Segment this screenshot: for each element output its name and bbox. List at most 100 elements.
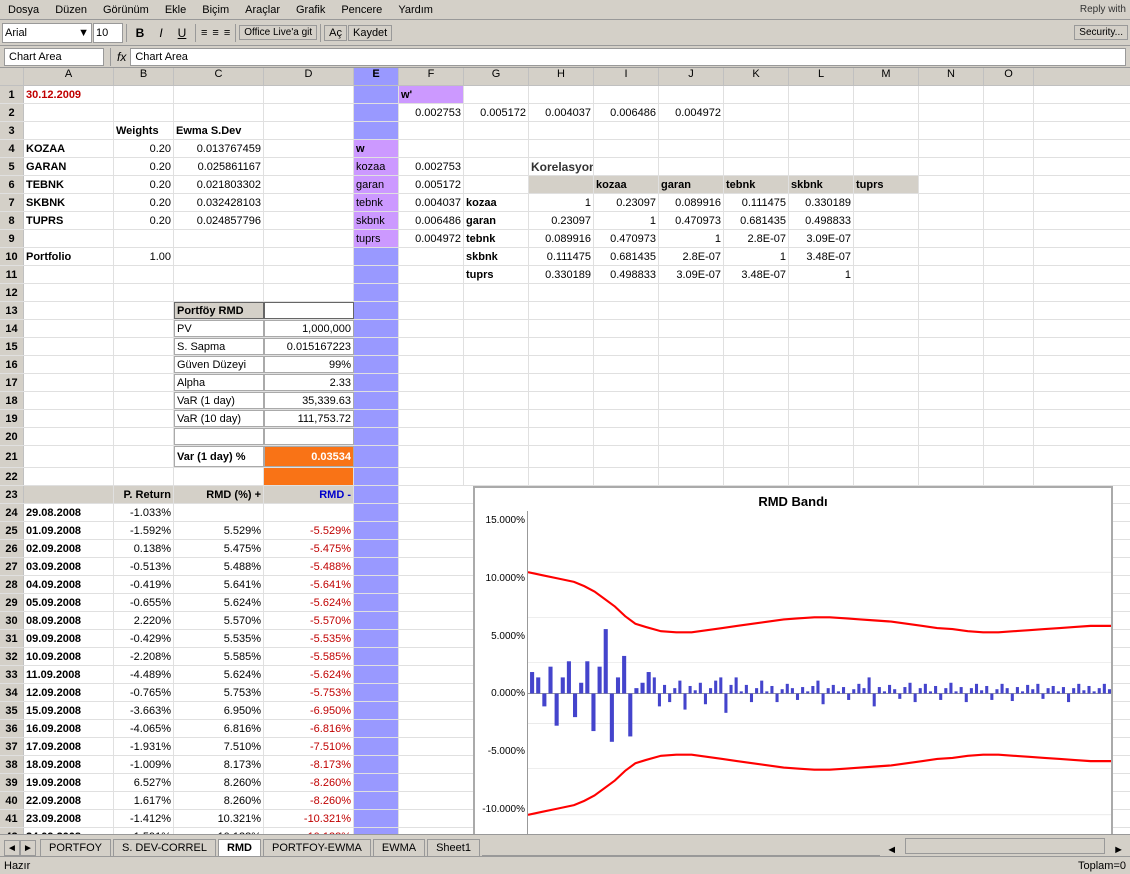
cell-F7[interactable]: 0.004037: [399, 194, 464, 211]
cell-F2[interactable]: 0.002753: [399, 104, 464, 121]
cell-N10[interactable]: [919, 248, 984, 265]
font-name-dropdown[interactable]: Arial ▼: [2, 23, 92, 43]
cell-B8[interactable]: 0.20: [114, 212, 174, 229]
cell-G4[interactable]: [464, 140, 529, 157]
cell-I2[interactable]: 0.006486: [594, 104, 659, 121]
cell-D10[interactable]: [264, 248, 354, 265]
cell-I7[interactable]: 0.23097: [594, 194, 659, 211]
cell-K11[interactable]: 3.48E-07: [724, 266, 789, 283]
cell-L7[interactable]: 0.330189: [789, 194, 854, 211]
cell-H7[interactable]: 1: [529, 194, 594, 211]
cell-F9[interactable]: 0.004972: [399, 230, 464, 247]
cell-M7[interactable]: [854, 194, 919, 211]
cell-N4[interactable]: [919, 140, 984, 157]
cell-H11[interactable]: 0.330189: [529, 266, 594, 283]
cell-F1[interactable]: w': [399, 86, 464, 103]
cell-H6[interactable]: [529, 176, 594, 193]
cell-A7[interactable]: SKBNK: [24, 194, 114, 211]
cell-A6[interactable]: TEBNK: [24, 176, 114, 193]
italic-button[interactable]: I: [151, 23, 171, 43]
cell-L1[interactable]: [789, 86, 854, 103]
cell-M11[interactable]: [854, 266, 919, 283]
cell-B4[interactable]: 0.20: [114, 140, 174, 157]
cell-L8[interactable]: 0.498833: [789, 212, 854, 229]
cell-C4[interactable]: 0.013767459: [174, 140, 264, 157]
cell-J10[interactable]: 2.8E-07: [659, 248, 724, 265]
tab-scroll-right[interactable]: ►: [20, 840, 36, 856]
cell-K6[interactable]: tebnk: [724, 176, 789, 193]
cell-A9[interactable]: [24, 230, 114, 247]
cell-C1[interactable]: [174, 86, 264, 103]
cell-O11[interactable]: [984, 266, 1034, 283]
bold-button[interactable]: B: [130, 23, 150, 43]
cell-C5[interactable]: 0.025861167: [174, 158, 264, 175]
cell-K2[interactable]: [724, 104, 789, 121]
cell-L9[interactable]: 3.09E-07: [789, 230, 854, 247]
cell-F4[interactable]: [399, 140, 464, 157]
cell-G8[interactable]: garan: [464, 212, 529, 229]
menu-edit[interactable]: Düzen: [51, 4, 91, 16]
cell-N6[interactable]: [919, 176, 984, 193]
cell-M5[interactable]: [854, 158, 919, 175]
cell-A5[interactable]: GARAN: [24, 158, 114, 175]
cell-C3[interactable]: Ewma S.Dev: [174, 122, 264, 139]
cell-M6[interactable]: tuprs: [854, 176, 919, 193]
cell-I8[interactable]: 1: [594, 212, 659, 229]
cell-I4[interactable]: [594, 140, 659, 157]
menu-insert[interactable]: Ekle: [161, 4, 190, 16]
cell-L5[interactable]: [789, 158, 854, 175]
menu-tools[interactable]: Araçlar: [241, 4, 284, 16]
cell-N5[interactable]: [919, 158, 984, 175]
cell-K4[interactable]: [724, 140, 789, 157]
cell-G11[interactable]: tuprs: [464, 266, 529, 283]
cell-G2[interactable]: 0.005172: [464, 104, 529, 121]
cell-D7[interactable]: [264, 194, 354, 211]
cell-O3[interactable]: [984, 122, 1034, 139]
cell-D8[interactable]: [264, 212, 354, 229]
cell-B6[interactable]: 0.20: [114, 176, 174, 193]
cell-O8[interactable]: [984, 212, 1034, 229]
cell-A3[interactable]: [24, 122, 114, 139]
cell-E4[interactable]: w: [354, 140, 399, 157]
cell-C11[interactable]: [174, 266, 264, 283]
cell-F10[interactable]: [399, 248, 464, 265]
cell-D3[interactable]: [264, 122, 354, 139]
underline-button[interactable]: U: [172, 23, 192, 43]
cell-F8[interactable]: 0.006486: [399, 212, 464, 229]
cell-H8[interactable]: 0.23097: [529, 212, 594, 229]
kaydet-button[interactable]: Kaydet: [348, 25, 392, 41]
cell-O10[interactable]: [984, 248, 1034, 265]
cell-I9[interactable]: 0.470973: [594, 230, 659, 247]
tab-portfoy-ewma[interactable]: PORTFOY-EWMA: [263, 839, 371, 856]
cell-E6[interactable]: garan: [354, 176, 399, 193]
cell-K5[interactable]: [724, 158, 789, 175]
cell-J4[interactable]: [659, 140, 724, 157]
cell-A11[interactable]: [24, 266, 114, 283]
cell-L6[interactable]: skbnk: [789, 176, 854, 193]
cell-D2[interactable]: [264, 104, 354, 121]
cell-D11[interactable]: [264, 266, 354, 283]
cell-B11[interactable]: [114, 266, 174, 283]
cell-H9[interactable]: 0.089916: [529, 230, 594, 247]
cell-D1[interactable]: [264, 86, 354, 103]
cell-M10[interactable]: [854, 248, 919, 265]
cell-J3[interactable]: [659, 122, 724, 139]
cell-G9[interactable]: tebnk: [464, 230, 529, 247]
rmd-chart[interactable]: RMD Bandı 15.000% 10.000% 5.000% 0.000% …: [473, 486, 1113, 834]
cell-N8[interactable]: [919, 212, 984, 229]
menu-chart[interactable]: Grafik: [292, 4, 329, 16]
cell-J6[interactable]: garan: [659, 176, 724, 193]
scroll-right-btn[interactable]: ►: [1107, 844, 1130, 856]
cell-J7[interactable]: 0.089916: [659, 194, 724, 211]
cell-C8[interactable]: 0.024857796: [174, 212, 264, 229]
cell-A4[interactable]: KOZAA: [24, 140, 114, 157]
cell-A10[interactable]: Portfolio: [24, 248, 114, 265]
cell-E1[interactable]: [354, 86, 399, 103]
cell-H5[interactable]: Korelasyon Matrisi: [529, 158, 594, 175]
menu-help[interactable]: Yardım: [394, 4, 437, 16]
formula-input[interactable]: Chart Area: [130, 48, 1126, 66]
cell-I3[interactable]: [594, 122, 659, 139]
cell-G3[interactable]: [464, 122, 529, 139]
cell-N1[interactable]: [919, 86, 984, 103]
tab-sdev-correl[interactable]: S. DEV-CORREL: [113, 839, 216, 856]
